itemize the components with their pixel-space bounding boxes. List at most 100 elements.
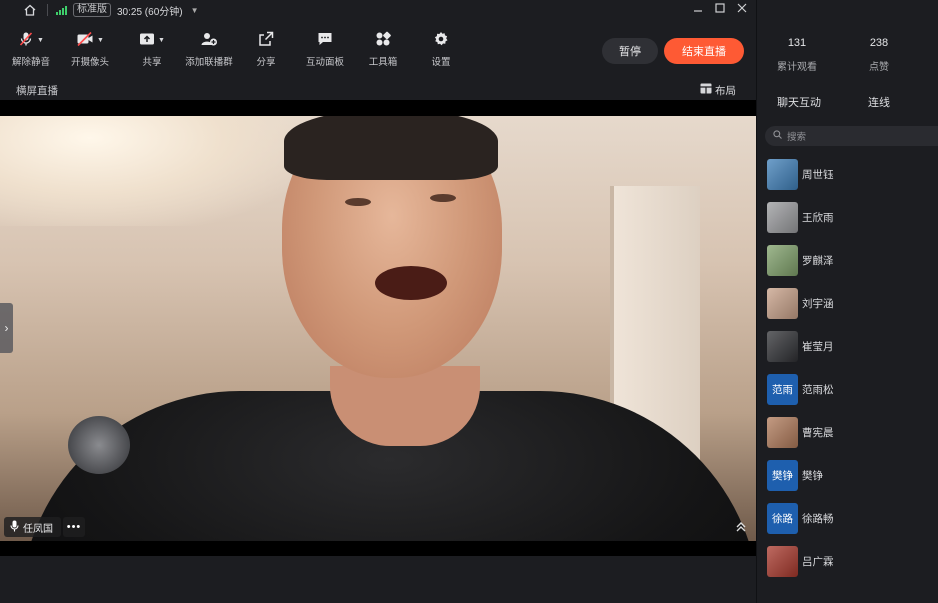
video-ceiling-light (0, 116, 300, 226)
avatar: 樊铮 (767, 459, 798, 491)
video-person-mouth (375, 266, 447, 300)
title-divider (47, 4, 48, 16)
member-name: 罗麒泽 (802, 254, 834, 267)
caret-down-icon[interactable]: ▼ (97, 37, 104, 44)
caret-down-icon[interactable]: ▼ (37, 37, 44, 44)
caret-down-icon[interactable]: ▼ (158, 37, 165, 44)
window-controls (692, 0, 748, 16)
avatar (767, 330, 798, 362)
member-item[interactable]: 刘宇涵 (757, 287, 938, 319)
speaker-name: 任凤国 (23, 523, 53, 535)
share-screen-icon (139, 31, 155, 50)
video-person-hair (284, 116, 498, 180)
live-mode-label: 横屏直播 (16, 84, 58, 97)
layout-button[interactable]: 布局 (700, 83, 736, 98)
camera-off-icon (76, 31, 94, 50)
video-person-eye (345, 198, 371, 206)
member-name: 徐路畅 (802, 512, 834, 525)
camera-label: 开摄像头 (70, 57, 109, 68)
share-label: 分享 (256, 57, 276, 68)
layout-label: 布局 (715, 84, 736, 97)
member-name: 吕广霖 (802, 555, 834, 568)
avatar (767, 201, 798, 233)
member-name: 王欣雨 (802, 211, 834, 224)
settings-button[interactable]: 设置 (411, 30, 471, 68)
home-icon[interactable] (23, 3, 37, 17)
member-name: 范雨松 (802, 383, 834, 396)
toolbox-icon (375, 31, 391, 50)
close-icon[interactable] (736, 2, 748, 14)
timer-dropdown-icon[interactable]: ▼ (191, 6, 199, 15)
settings-label: 设置 (431, 57, 451, 68)
total-views-value: 131 (787, 37, 807, 49)
camera-button[interactable]: ▼ 开摄像头 (60, 30, 120, 68)
share-button[interactable]: 分享 (236, 30, 296, 68)
panel-tabs: 聊天互动 连线 (757, 94, 938, 114)
avatar (767, 244, 798, 276)
title-bar: 标准版 30:25 (60分钟) ▼ (0, 0, 756, 20)
member-item[interactable]: 樊铮 樊铮 (757, 459, 938, 491)
total-views-caption: 累计观看 (777, 62, 817, 73)
expand-panel-arrow-icon[interactable]: › (0, 303, 13, 353)
signal-icon (56, 5, 67, 15)
collapse-up-icon[interactable] (731, 517, 751, 537)
video-person-eye (430, 194, 456, 202)
maximize-icon[interactable] (714, 2, 726, 14)
avatar (767, 545, 798, 577)
avatar (767, 287, 798, 319)
share-icon (258, 31, 274, 50)
pause-button[interactable]: 暂停 (602, 38, 658, 64)
member-item[interactable]: 曹宪晨 (757, 416, 938, 448)
unmute-label: 解除静音 (11, 57, 50, 68)
main-pane: 标准版 30:25 (60分钟) ▼ ▼ 解除静音 ▼ 开摄像头 ▼ 共享 添加… (0, 0, 756, 603)
member-search-input[interactable]: 搜索 (765, 126, 938, 146)
more-options-icon[interactable]: ••• (63, 517, 85, 537)
chat-panel-icon (317, 31, 333, 50)
video-jacket-badge (68, 416, 130, 474)
speaker-tag: 任凤国 (4, 517, 61, 537)
member-item[interactable]: 崔莹月 (757, 330, 938, 362)
avatar (767, 416, 798, 448)
interaction-panel-button[interactable]: 互动面板 (295, 30, 355, 68)
likes-caption: 点赞 (869, 62, 889, 73)
share-screen-button[interactable]: ▼ 共享 (122, 30, 182, 68)
layout-icon (700, 83, 712, 97)
member-name: 刘宇涵 (802, 297, 834, 310)
search-placeholder: 搜索 (787, 132, 807, 143)
avatar: 徐路 (767, 502, 798, 534)
toolbox-button[interactable]: 工具箱 (353, 30, 413, 68)
video-frame (0, 100, 756, 556)
member-item[interactable]: 吕广霖 (757, 545, 938, 577)
avatar: 范雨 (767, 373, 798, 405)
live-timer: 30:25 (60分钟) (117, 6, 183, 18)
add-group-label: 添加联播群 (185, 57, 233, 68)
member-item[interactable]: 徐路 徐路畅 (757, 502, 938, 534)
total-views-stat: 131 累计观看 (757, 37, 837, 73)
microphone-icon (10, 520, 19, 535)
member-item[interactable]: 周世钰 (757, 158, 938, 190)
live-video[interactable] (0, 116, 756, 541)
member-item[interactable]: 罗麒泽 (757, 244, 938, 276)
member-name: 崔莹月 (802, 340, 834, 353)
unmute-button[interactable]: ▼ 解除静音 (1, 30, 61, 68)
quality-badge: 标准版 (73, 3, 111, 17)
gear-icon (433, 31, 449, 50)
likes-value: 238 (869, 37, 889, 49)
likes-stat: 238 点赞 (839, 37, 919, 73)
tab-connect[interactable]: 连线 (868, 94, 890, 110)
mic-muted-icon (18, 31, 34, 50)
share-screen-label: 共享 (142, 57, 162, 68)
add-group-button[interactable]: 添加联播群 (179, 30, 239, 68)
add-group-icon (200, 31, 218, 50)
member-name: 周世钰 (802, 168, 834, 181)
member-item[interactable]: 范雨 范雨松 (757, 373, 938, 405)
avatar (767, 158, 798, 190)
minimize-icon[interactable] (692, 2, 704, 14)
end-live-button[interactable]: 结束直播 (664, 38, 744, 64)
side-panel: 131 累计观看 238 点赞 聊天互动 连线 搜索 周世钰王欣雨罗麒泽刘宇涵崔… (756, 0, 938, 603)
member-name: 曹宪晨 (802, 426, 834, 439)
tab-chat[interactable]: 聊天互动 (777, 94, 821, 110)
member-item[interactable]: 王欣雨 (757, 201, 938, 233)
search-icon (773, 130, 782, 142)
sub-bar: 横屏直播 布局 (0, 80, 756, 100)
